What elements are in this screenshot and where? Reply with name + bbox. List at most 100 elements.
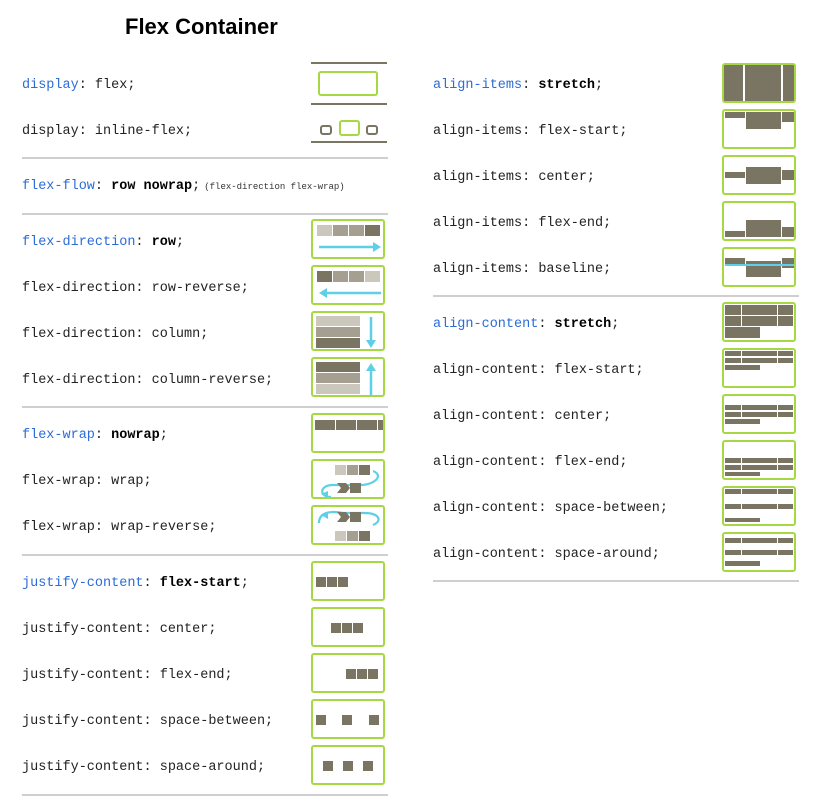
flex-item (782, 227, 794, 237)
align-content-space-between-diagram (722, 486, 796, 526)
display-inline-flex-label: display: inline-flex; (22, 124, 193, 139)
flex-item (742, 358, 777, 363)
flex-item (725, 231, 745, 237)
align-content-space-between-label: align-content: space-between; (433, 501, 668, 516)
flex-item (331, 623, 341, 633)
align-content-space-around-diagram (722, 532, 796, 572)
flex-item (725, 327, 760, 338)
property-value: flex-start (159, 576, 241, 591)
flex-item (725, 305, 741, 315)
flex-item (778, 405, 793, 410)
colon: : (538, 317, 555, 332)
arrow-up-icon (366, 363, 376, 395)
arrow-right-icon (319, 242, 381, 252)
flex-item (725, 365, 760, 370)
flex-item (725, 518, 760, 522)
flex-item (336, 420, 356, 430)
property-name: align-items (433, 78, 523, 93)
flex-item (742, 351, 777, 356)
flex-item (353, 623, 363, 633)
flex-item (378, 420, 383, 430)
property-name: flex-flow (22, 179, 95, 194)
property-value: stretch (554, 317, 612, 332)
flex-item (725, 489, 741, 494)
property-name: display (22, 78, 79, 93)
flex-item (725, 504, 741, 509)
flex-item (725, 358, 741, 363)
flex-item (778, 538, 793, 543)
flex-wrap-wrap-diagram (311, 459, 385, 499)
property-value: row nowrap (111, 179, 193, 194)
flex-item (742, 465, 777, 470)
align-content-label: align-content: stretch; (433, 317, 619, 333)
flex-wrap-label: flex-wrap: nowrap; (22, 428, 168, 444)
justify-flex-end-diagram (311, 653, 385, 693)
property-value: stretch (538, 78, 596, 93)
flex-item (778, 412, 793, 417)
align-items-stretch-diagram (722, 63, 796, 103)
flex-item (343, 761, 353, 771)
justify-content-space-around-label: justify-content: space-around; (22, 760, 266, 775)
flex-direction-row-reverse-label: flex-direction: row-reverse; (22, 281, 249, 296)
flex-item (746, 112, 781, 129)
divider (22, 213, 388, 215)
justify-content-center-label: justify-content: center; (22, 622, 217, 637)
flex-item (316, 715, 326, 725)
flex-item (778, 550, 793, 555)
semicolon: ; (159, 428, 168, 443)
align-items-baseline-diagram (722, 247, 796, 287)
page-title: Flex Container (125, 14, 278, 39)
align-items-flex-start-diagram (722, 109, 796, 149)
flex-item (315, 420, 335, 430)
align-content-flex-start-diagram (722, 348, 796, 388)
justify-space-around-diagram (311, 745, 385, 785)
flex-item (725, 465, 741, 470)
align-items-flex-start-label: align-items: flex-start; (433, 124, 628, 139)
flex-item (357, 420, 377, 430)
flex-wrap-wrap-label: flex-wrap: wrap; (22, 474, 152, 489)
block-line-top (311, 62, 387, 64)
inline-element-icon (366, 125, 378, 135)
semicolon: ; (611, 317, 620, 332)
justify-content-space-between-label: justify-content: space-between; (22, 714, 274, 729)
item-gap (743, 65, 745, 101)
flex-item (742, 550, 777, 555)
justify-center-diagram (311, 607, 385, 647)
flex-wrap-wrap-reverse-label: flex-wrap: wrap-reverse; (22, 520, 217, 535)
align-items-baseline-label: align-items: baseline; (433, 262, 612, 277)
align-content-center-label: align-content: center; (433, 409, 612, 424)
flex-item (725, 538, 741, 543)
property-name: justify-content (22, 576, 144, 591)
flex-item (725, 550, 741, 555)
arrow-left-icon (319, 288, 381, 298)
semicolon: ; (595, 78, 604, 93)
flex-item (347, 531, 358, 541)
flex-item (342, 715, 352, 725)
align-items-center-diagram (722, 155, 796, 195)
flex-item (742, 412, 777, 417)
flex-wrap-wrap-reverse-diagram (311, 505, 385, 545)
align-content-center-diagram (722, 394, 796, 434)
semicolon: ; (175, 235, 185, 250)
flex-item (742, 316, 777, 326)
flex-direction-row-reverse-diagram (311, 265, 385, 305)
flex-item (725, 316, 741, 326)
flex-direction-column-diagram (311, 311, 385, 351)
flex-item (357, 669, 367, 679)
align-items-flex-end-diagram (722, 201, 796, 241)
property-value: row (151, 235, 176, 250)
inline-element-icon (320, 125, 332, 135)
flex-direction-label: flex-direction: row; (22, 235, 184, 251)
colon: : (522, 78, 539, 93)
flex-item (742, 305, 777, 315)
flex-item (368, 669, 378, 679)
divider (22, 157, 388, 159)
flex-block-icon (318, 71, 378, 96)
flex-item (725, 419, 760, 424)
align-items-flex-end-label: align-items: flex-end; (433, 216, 612, 231)
flex-item (782, 258, 794, 268)
property-name: flex-wrap (22, 428, 95, 443)
flex-item (335, 531, 346, 541)
flex-item (725, 561, 760, 566)
justify-flex-start-diagram (311, 561, 385, 601)
